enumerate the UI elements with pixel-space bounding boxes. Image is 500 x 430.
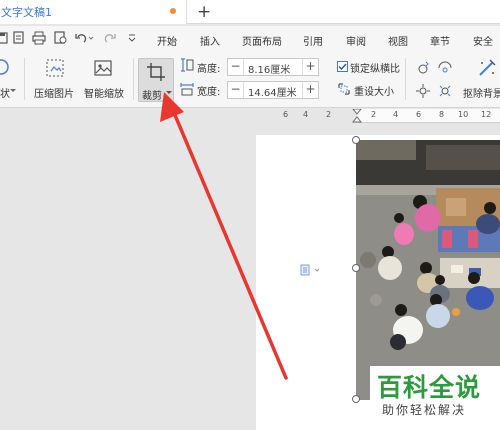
wps-writer-window: 文字文稿1 + 开始 插入 页面布局 引用 审阅 视图 章节 安全 状 压缩图片… — [0, 0, 500, 430]
annotation-arrow-icon — [160, 92, 288, 380]
